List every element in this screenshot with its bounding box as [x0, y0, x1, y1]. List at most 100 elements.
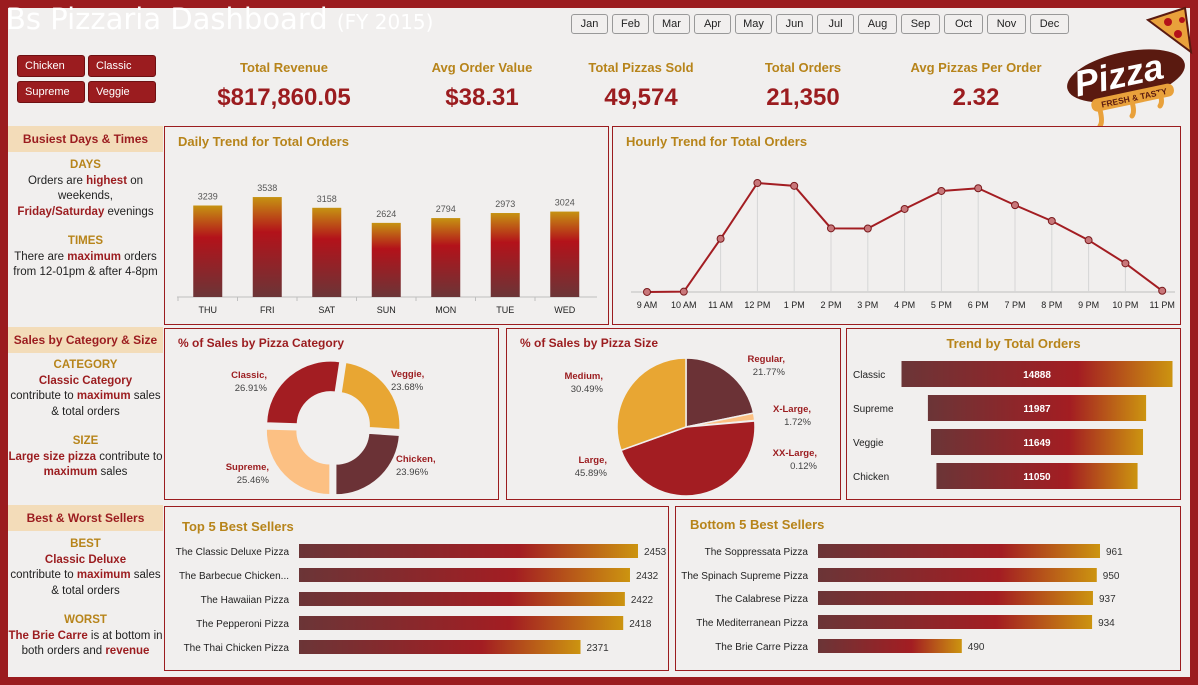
- daily-bar-value: 3158: [317, 194, 337, 204]
- category-orders-value: 11987: [1023, 404, 1051, 415]
- month-jul-button[interactable]: Jul: [817, 14, 854, 34]
- size-pie-chart: Regular, 21.77% X-Large, 1.72% XX-Large, 0.12…: [564, 354, 818, 497]
- slicer-chicken-button[interactable]: Chicken: [17, 55, 85, 77]
- size-slice-pct: 30.49%: [571, 384, 604, 395]
- top5-label: The Thai Chicken Pizza: [184, 643, 290, 654]
- times-text-2: maximum: [67, 250, 121, 263]
- daily-bar-value: 2794: [436, 204, 456, 214]
- daily-bar: [252, 197, 282, 297]
- hourly-x-label: 9 AM: [637, 300, 658, 310]
- daily-bar-value: 2624: [376, 209, 396, 219]
- cat-text-1: Classic Category: [38, 374, 133, 387]
- month-jun-button[interactable]: Jun: [776, 14, 813, 34]
- busiest-days-heading: Busiest Days & Times: [8, 126, 163, 152]
- worst-text-3: revenue: [105, 645, 150, 657]
- daily-trend-panel: Daily Trend for Total Orders 3239 THU 3538…: [164, 126, 609, 325]
- daily-x-label: SUN: [377, 305, 396, 315]
- kpi-card: Total Pizzas Sold 49,574: [551, 60, 731, 112]
- category-slice: [265, 360, 341, 425]
- slicer-veggie-button[interactable]: Veggie: [88, 81, 156, 103]
- size-text-3: maximum: [43, 466, 98, 478]
- hourly-x-label: 11 PM: [1150, 300, 1175, 310]
- month-jan-button[interactable]: Jan: [571, 14, 608, 34]
- category-size-heading: Sales by Category & Size: [8, 327, 163, 353]
- bottom5-bar: [818, 568, 1097, 582]
- daily-bar-value: 3239: [198, 191, 218, 201]
- kpi-label: Avg Pizzas Per Order: [910, 60, 1042, 75]
- hourly-point: [1158, 286, 1167, 295]
- top5-bar: [299, 640, 581, 654]
- category-subhead: CATEGORY: [53, 359, 118, 371]
- fiscal-year: (FY 2015): [336, 10, 434, 34]
- size-text-2: contribute to: [96, 450, 163, 463]
- month-feb-button[interactable]: Feb: [612, 14, 649, 34]
- month-apr-button[interactable]: Apr: [694, 14, 731, 34]
- category-orders-chart: 14888 Classic 11987 Supreme 11649 Veggie 11050…: [853, 361, 1173, 489]
- hourly-x-label: 6 PM: [968, 300, 989, 310]
- kpi-label: Total Revenue: [240, 60, 328, 75]
- slicer-classic-button[interactable]: Classic: [88, 55, 156, 77]
- hourly-x-label: 11 AM: [708, 300, 733, 310]
- month-nov-button[interactable]: Nov: [987, 14, 1026, 34]
- size-text-1: Large size pizza: [8, 450, 97, 463]
- top5-panel: Top 5 Best Sellers 2453 The Classic Delux…: [164, 506, 669, 671]
- top5-chart: 2453 The Classic Deluxe Pizza 2432 The Barb…: [176, 544, 667, 654]
- size-pie-panel: % of Sales by Pizza Size Regular, 21.77% X…: [506, 328, 841, 500]
- daily-bar: [371, 222, 401, 297]
- kpi-value: $38.31: [445, 84, 519, 111]
- month-slicer: Jan Feb Mar Apr May Jun Jul Aug Sep Oct Nov Dec: [571, 14, 1069, 34]
- top5-label: The Pepperoni Pizza: [196, 619, 289, 630]
- bottom5-value: 950: [1103, 571, 1120, 582]
- category-orders-label: Classic: [853, 370, 885, 381]
- bottom5-value: 937: [1099, 594, 1116, 605]
- worst-text-1: The Brie Carre: [8, 629, 88, 642]
- cat-text-3: maximum: [76, 390, 131, 402]
- best-text-1: Classic Deluxe: [44, 553, 127, 566]
- top5-value: 2422: [631, 595, 654, 606]
- category-slice: [265, 428, 331, 496]
- category-slice-name: Veggie,: [391, 369, 424, 380]
- month-mar-button[interactable]: Mar: [653, 14, 690, 34]
- size-slice-pct: 0.12%: [790, 461, 817, 472]
- slicer-supreme-button[interactable]: Supreme: [17, 81, 85, 103]
- hourly-x-label: 12 PM: [744, 300, 770, 310]
- bottom5-bar: [818, 544, 1100, 558]
- category-pie-panel: % of Sales by Pizza Category Classic, 26.…: [164, 328, 499, 500]
- top5-value: 2418: [629, 619, 652, 630]
- daily-x-label: FRI: [260, 305, 275, 315]
- times-text-1: There are: [14, 250, 68, 263]
- month-aug-button[interactable]: Aug: [858, 14, 897, 34]
- daily-bar: [193, 205, 223, 297]
- busiest-days-text: DAYS Orders are highest on weekends, Fri…: [8, 158, 163, 281]
- days-text-1: Orders are: [27, 174, 87, 187]
- top5-value: 2371: [587, 643, 610, 654]
- kpi-value: 2.32: [952, 84, 1000, 111]
- bottom5-bar: [818, 591, 1093, 605]
- category-slice-name: Supreme,: [226, 462, 269, 473]
- hourly-point: [1121, 259, 1130, 268]
- hourly-x-label: 9 PM: [1078, 300, 1099, 310]
- category-size-text: CATEGORY Classic Category contribute to …: [8, 358, 163, 481]
- bottom5-value: 934: [1098, 618, 1115, 629]
- bottom5-value: 961: [1106, 547, 1123, 558]
- hourly-trend-chart: 9 AM 10 AM 11 AM 12 PM 1 PM 2 PM 3 PM 4 PM 5 PM 6…: [631, 179, 1175, 310]
- month-oct-button[interactable]: Oct: [944, 14, 983, 34]
- best-worst-text: BEST Classic Deluxe contribute to maximu…: [8, 537, 163, 660]
- bottom5-bar: [818, 615, 1093, 629]
- kpi-label: Total Pizzas Sold: [588, 60, 694, 75]
- kpi-card: Total Orders 21,350: [713, 60, 893, 112]
- hourly-trend-panel: Hourly Trend for Total Orders 9 AM 10 AM 1…: [612, 126, 1181, 325]
- month-sep-button[interactable]: Sep: [901, 14, 940, 34]
- daily-trend-chart: 3239 THU 3538 FRI 3158 SAT 2624 SUN 2794 MON 2973 T…: [177, 183, 597, 315]
- title-text: Bs Pizzaria Dashboard: [6, 2, 328, 36]
- hourly-point: [790, 181, 799, 190]
- hourly-point: [1084, 236, 1093, 245]
- month-may-button[interactable]: May: [735, 14, 772, 34]
- hourly-x-label: 10 PM: [1112, 300, 1138, 310]
- hourly-x-label: 7 PM: [1004, 300, 1025, 310]
- days-text-4: Friday/Saturday: [17, 205, 105, 218]
- daily-bar-value: 2973: [495, 199, 515, 209]
- bottom5-bar: [818, 639, 962, 653]
- cat-text-2: contribute to: [10, 390, 77, 402]
- category-donut-chart: Classic, 26.91% Veggie, 23.68% Chicken, 23.96…: [226, 360, 436, 496]
